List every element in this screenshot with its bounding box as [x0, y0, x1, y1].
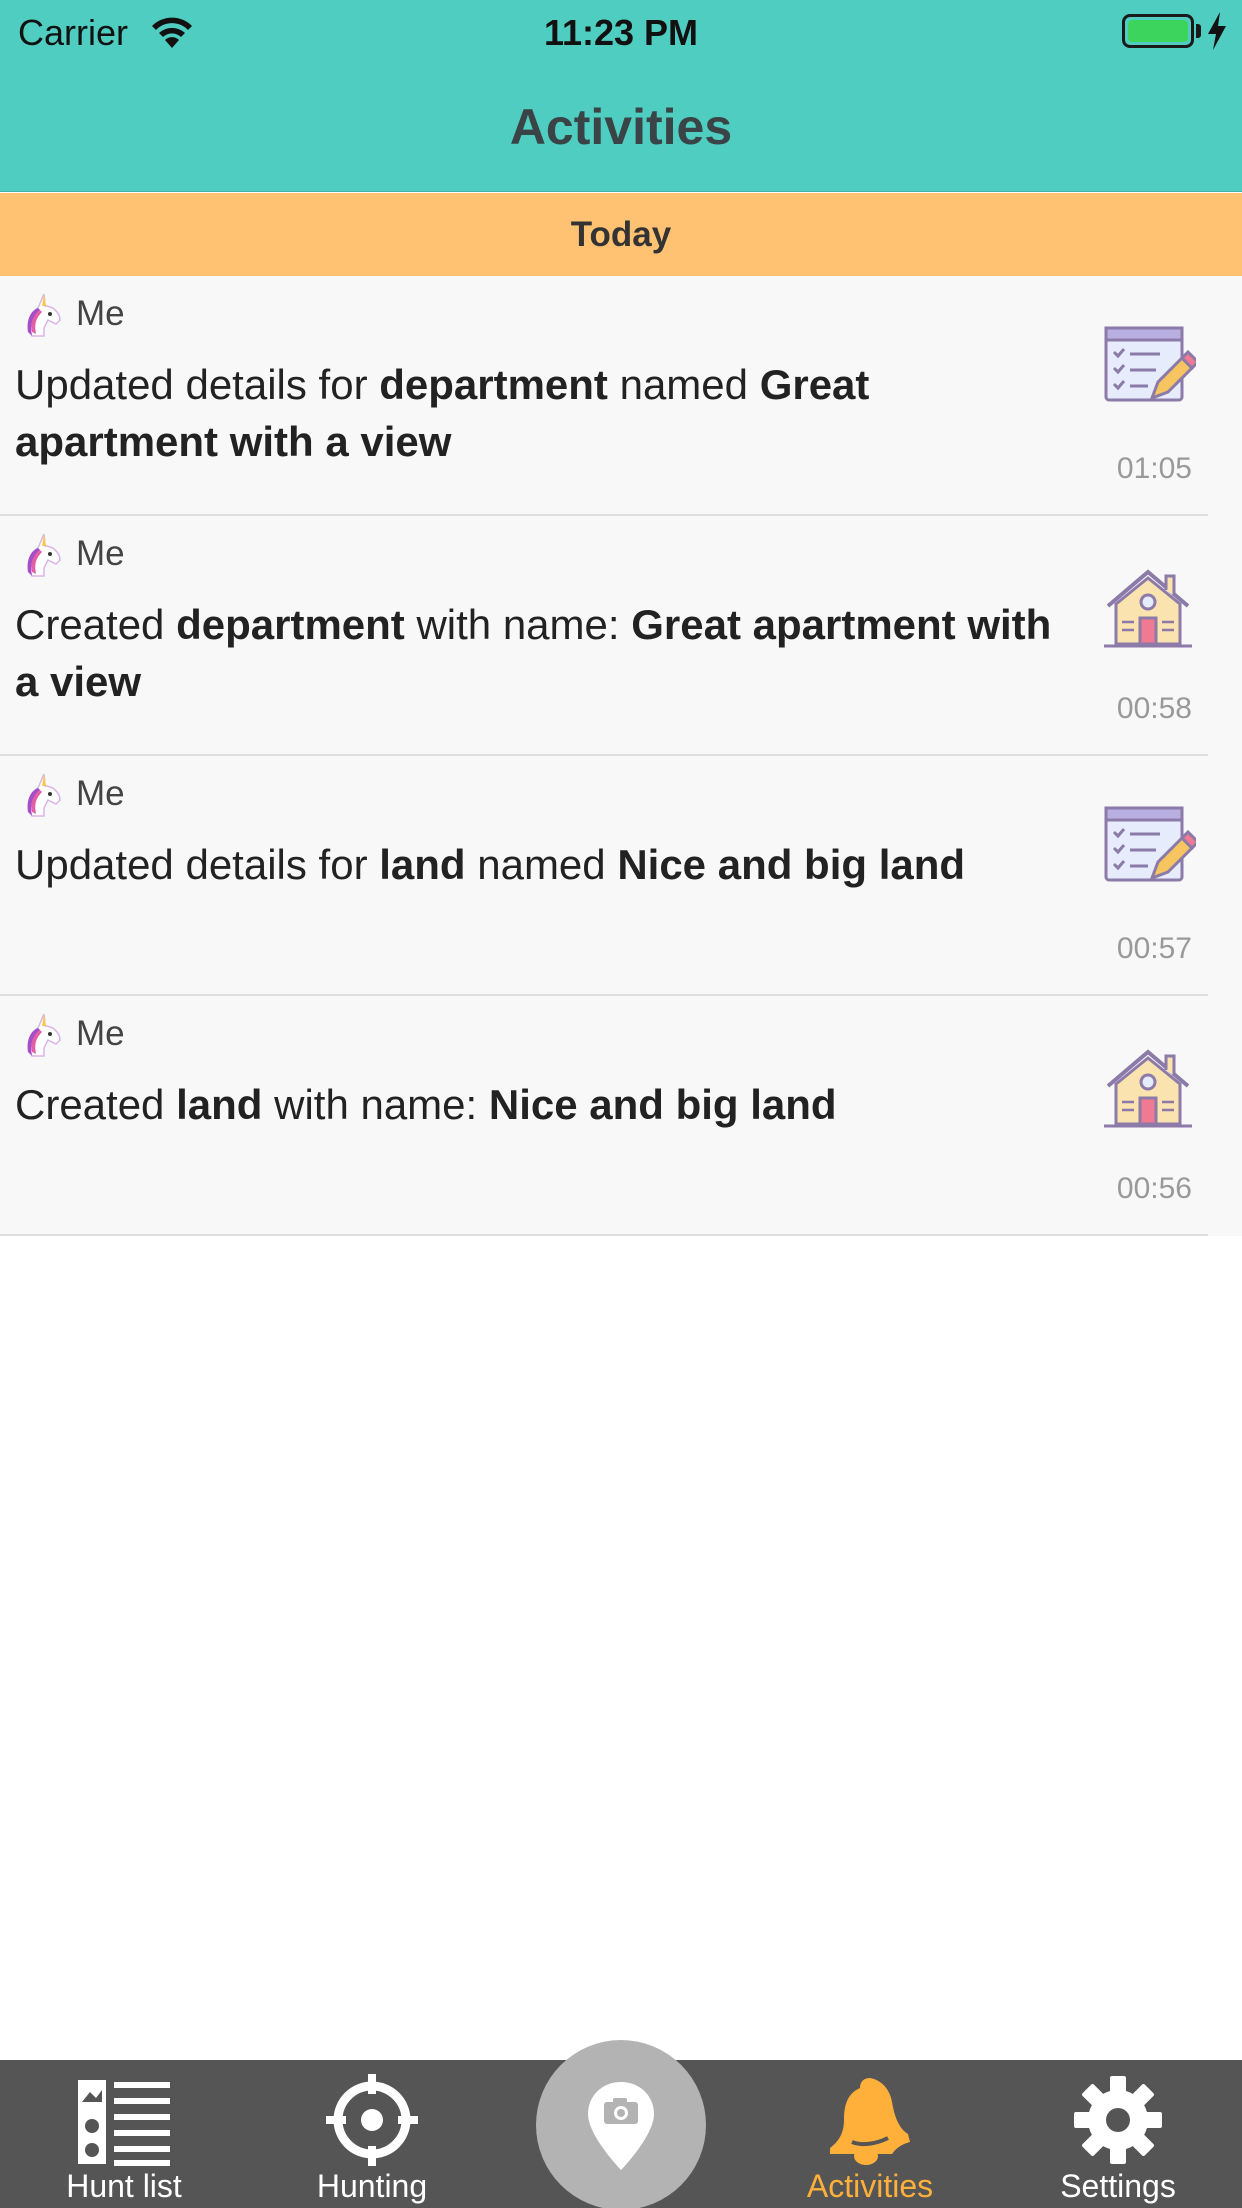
battery-icon	[1122, 14, 1194, 48]
unicorn-avatar-icon	[27, 533, 61, 577]
message-text: with name:	[262, 1081, 489, 1128]
navigation-bar: Carrier 11:23 PM Activities	[0, 0, 1242, 192]
camera-pin-icon	[588, 2082, 654, 2170]
battery-tip	[1196, 24, 1201, 38]
crosshair-icon	[326, 2074, 418, 2166]
edit-form-icon	[1104, 326, 1196, 402]
tab-activities[interactable]: Activities	[746, 2060, 994, 2208]
status-time: 11:23 PM	[543, 12, 699, 53]
author-name: Me	[76, 1014, 125, 1053]
activity-message: Updated details for department named Gre…	[15, 356, 1055, 470]
message-entity: land	[379, 841, 466, 888]
message-text: Updated details for	[15, 841, 380, 888]
message-target: Nice and big land	[488, 1081, 837, 1128]
list-item[interactable]: Me Updated details for land named Nice a…	[0, 756, 1242, 996]
house-icon	[1104, 569, 1192, 648]
message-text: Created	[15, 601, 177, 648]
gear-icon	[1074, 2076, 1162, 2164]
activity-time: 00:58	[1116, 692, 1192, 725]
activity-message: Created land with name: Nice and big lan…	[15, 1076, 1055, 1133]
list-item[interactable]: Me Created land with name: Nice and big …	[0, 996, 1242, 1236]
message-target: Nice and big land	[617, 841, 966, 888]
message-text: Created	[15, 1081, 177, 1128]
battery-fill	[1128, 20, 1188, 42]
edit-form-icon	[1104, 806, 1196, 882]
row-divider	[0, 1234, 1208, 1236]
list-item[interactable]: Me Updated details for department named …	[0, 276, 1242, 516]
author-name: Me	[76, 534, 125, 573]
charging-bolt-icon	[1208, 12, 1226, 50]
tab-settings[interactable]: Settings	[994, 2060, 1242, 2208]
page-title: Activities	[509, 99, 733, 155]
status-bar: Carrier 11:23 PM	[0, 0, 1242, 64]
tab-label: Hunt list	[66, 2168, 182, 2204]
house-icon	[1104, 1049, 1192, 1128]
list-item[interactable]: Me Created department with name: Great a…	[0, 516, 1242, 756]
activity-message: Updated details for land named Nice and …	[15, 836, 1055, 893]
bell-icon	[830, 2078, 910, 2165]
author-name: Me	[76, 774, 125, 813]
activity-message: Created department with name: Great apar…	[15, 596, 1055, 710]
section-header-today: Today	[0, 193, 1242, 276]
author-name: Me	[76, 294, 125, 333]
activity-time: 00:57	[1116, 932, 1192, 965]
message-entity: department	[176, 601, 405, 648]
tab-label: Settings	[1060, 2168, 1176, 2204]
tab-hunt-list[interactable]: Hunt list	[0, 2060, 248, 2208]
message-text: named	[465, 841, 618, 888]
unicorn-avatar-icon	[27, 1013, 61, 1057]
message-text: with name:	[404, 601, 632, 648]
message-text: Updated details for	[15, 361, 380, 408]
tab-label: Hunting	[316, 2168, 428, 2204]
unicorn-avatar-icon	[27, 773, 61, 817]
message-entity: department	[379, 361, 608, 408]
unicorn-avatar-icon	[27, 293, 61, 337]
message-entity: land	[176, 1081, 263, 1128]
activity-list: Me Updated details for department named …	[0, 276, 1242, 1236]
hunt-list-icon	[78, 2080, 170, 2166]
tab-hunting[interactable]: Hunting	[248, 2060, 496, 2208]
activity-time: 00:56	[1116, 1172, 1192, 1205]
message-text: named	[607, 361, 760, 408]
activity-time: 01:05	[1116, 452, 1192, 485]
tab-label: Activities	[806, 2168, 934, 2204]
camera-pin-button[interactable]	[536, 2040, 706, 2208]
